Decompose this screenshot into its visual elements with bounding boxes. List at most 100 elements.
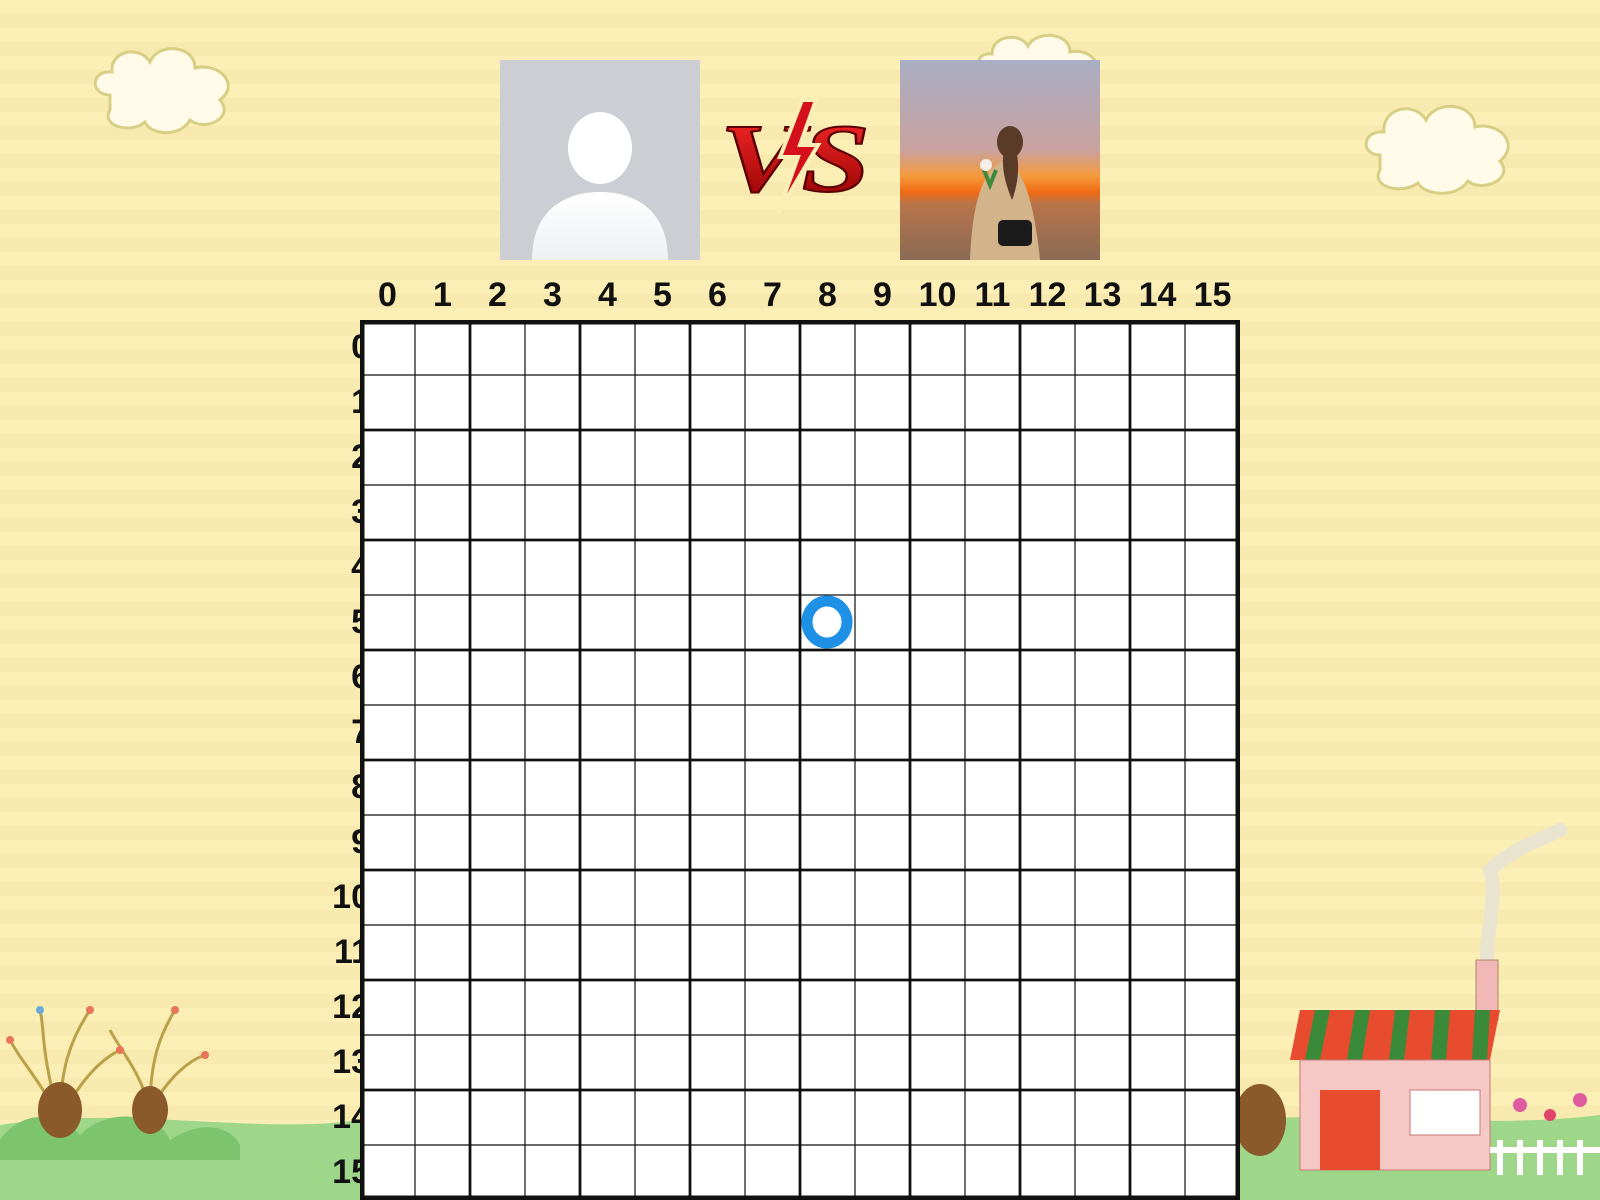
board-cell[interactable] bbox=[415, 595, 470, 650]
board-cell[interactable] bbox=[635, 540, 690, 595]
board-cell[interactable] bbox=[855, 815, 910, 870]
board-cell[interactable] bbox=[855, 980, 910, 1035]
board-cell[interactable] bbox=[470, 1145, 525, 1200]
board-cell[interactable] bbox=[855, 375, 910, 430]
board-cell[interactable] bbox=[580, 540, 635, 595]
board-cell[interactable] bbox=[745, 870, 800, 925]
board-cell[interactable] bbox=[470, 375, 525, 430]
board-cell[interactable] bbox=[525, 595, 580, 650]
board-cell[interactable] bbox=[360, 430, 415, 485]
board-cell[interactable] bbox=[470, 815, 525, 870]
board-cell[interactable] bbox=[1130, 485, 1185, 540]
board-cell[interactable] bbox=[855, 595, 910, 650]
board-cell[interactable] bbox=[1020, 430, 1075, 485]
board-cell[interactable] bbox=[1020, 1035, 1075, 1090]
board-cell[interactable] bbox=[525, 815, 580, 870]
board-cell[interactable] bbox=[470, 870, 525, 925]
board-cell[interactable] bbox=[1075, 815, 1130, 870]
board-cell[interactable] bbox=[635, 705, 690, 760]
board-cell[interactable] bbox=[1130, 375, 1185, 430]
board-cell[interactable] bbox=[580, 430, 635, 485]
board-cell[interactable] bbox=[470, 650, 525, 705]
board-cell[interactable] bbox=[1020, 980, 1075, 1035]
board-cell[interactable] bbox=[360, 760, 415, 815]
board-cell[interactable] bbox=[415, 375, 470, 430]
board-cell[interactable] bbox=[525, 705, 580, 760]
board-cell[interactable] bbox=[470, 1090, 525, 1145]
board-cell[interactable] bbox=[360, 980, 415, 1035]
board-cell[interactable] bbox=[910, 980, 965, 1035]
board-cell[interactable] bbox=[1020, 595, 1075, 650]
board-cell[interactable] bbox=[470, 595, 525, 650]
board-cell[interactable] bbox=[360, 705, 415, 760]
board-cell[interactable] bbox=[1075, 650, 1130, 705]
board-cell[interactable] bbox=[415, 815, 470, 870]
board-cell[interactable] bbox=[635, 925, 690, 980]
board-cell[interactable] bbox=[910, 485, 965, 540]
board-cell[interactable] bbox=[800, 815, 855, 870]
board-cell[interactable] bbox=[690, 320, 745, 375]
board-cell[interactable] bbox=[360, 925, 415, 980]
board-cell[interactable] bbox=[910, 540, 965, 595]
board-cell[interactable] bbox=[415, 540, 470, 595]
board-cell[interactable] bbox=[360, 1145, 415, 1200]
board-cell[interactable] bbox=[525, 1145, 580, 1200]
board-cell[interactable] bbox=[855, 540, 910, 595]
board-cell[interactable] bbox=[1020, 1145, 1075, 1200]
board-cell[interactable] bbox=[800, 870, 855, 925]
board-cell[interactable] bbox=[525, 540, 580, 595]
board-cell[interactable] bbox=[415, 485, 470, 540]
board-cell[interactable] bbox=[800, 430, 855, 485]
board-cell[interactable] bbox=[1130, 430, 1185, 485]
board-cell[interactable] bbox=[1020, 870, 1075, 925]
board-cell[interactable] bbox=[800, 320, 855, 375]
board-cell[interactable] bbox=[1130, 980, 1185, 1035]
board-cell[interactable] bbox=[800, 705, 855, 760]
board-cell[interactable] bbox=[1020, 1090, 1075, 1145]
board-cell[interactable] bbox=[635, 1090, 690, 1145]
board-cell[interactable] bbox=[1075, 1035, 1130, 1090]
board-cell[interactable] bbox=[800, 1090, 855, 1145]
board-cell[interactable] bbox=[910, 375, 965, 430]
board-cell[interactable] bbox=[580, 650, 635, 705]
board-cell[interactable] bbox=[910, 650, 965, 705]
board-cell[interactable] bbox=[855, 485, 910, 540]
board-cell[interactable] bbox=[1075, 375, 1130, 430]
board-cell[interactable] bbox=[1185, 1035, 1240, 1090]
board-cell[interactable] bbox=[1020, 760, 1075, 815]
board-cell[interactable] bbox=[525, 430, 580, 485]
board-cell[interactable] bbox=[690, 375, 745, 430]
board-cell[interactable] bbox=[470, 980, 525, 1035]
board-cell[interactable] bbox=[470, 485, 525, 540]
board-cell[interactable] bbox=[1075, 980, 1130, 1035]
board-cell[interactable] bbox=[965, 595, 1020, 650]
board-cell[interactable] bbox=[690, 540, 745, 595]
board-cell[interactable] bbox=[910, 595, 965, 650]
board-cell[interactable] bbox=[580, 1035, 635, 1090]
board-cell[interactable] bbox=[745, 705, 800, 760]
board-cell[interactable] bbox=[580, 980, 635, 1035]
board-cell[interactable] bbox=[745, 430, 800, 485]
board-cell[interactable] bbox=[635, 430, 690, 485]
board-cell[interactable] bbox=[800, 540, 855, 595]
board-cell[interactable] bbox=[745, 1145, 800, 1200]
board-cell[interactable] bbox=[635, 980, 690, 1035]
board-cell[interactable] bbox=[965, 925, 1020, 980]
board-cell[interactable] bbox=[1130, 1035, 1185, 1090]
board-cell[interactable] bbox=[1020, 540, 1075, 595]
board-cell[interactable] bbox=[690, 980, 745, 1035]
board-cell[interactable] bbox=[525, 485, 580, 540]
board-cell[interactable] bbox=[745, 815, 800, 870]
board-cell[interactable] bbox=[965, 1145, 1020, 1200]
board-cell[interactable] bbox=[360, 1035, 415, 1090]
board-cell[interactable] bbox=[965, 870, 1020, 925]
board-cell[interactable] bbox=[635, 375, 690, 430]
board-cell[interactable] bbox=[910, 870, 965, 925]
board-cell[interactable] bbox=[690, 595, 745, 650]
board-cell[interactable] bbox=[745, 925, 800, 980]
board-cell[interactable] bbox=[855, 430, 910, 485]
board-cell[interactable] bbox=[580, 320, 635, 375]
board-cell[interactable] bbox=[855, 320, 910, 375]
board-cell[interactable] bbox=[745, 375, 800, 430]
board-cell[interactable] bbox=[1075, 870, 1130, 925]
